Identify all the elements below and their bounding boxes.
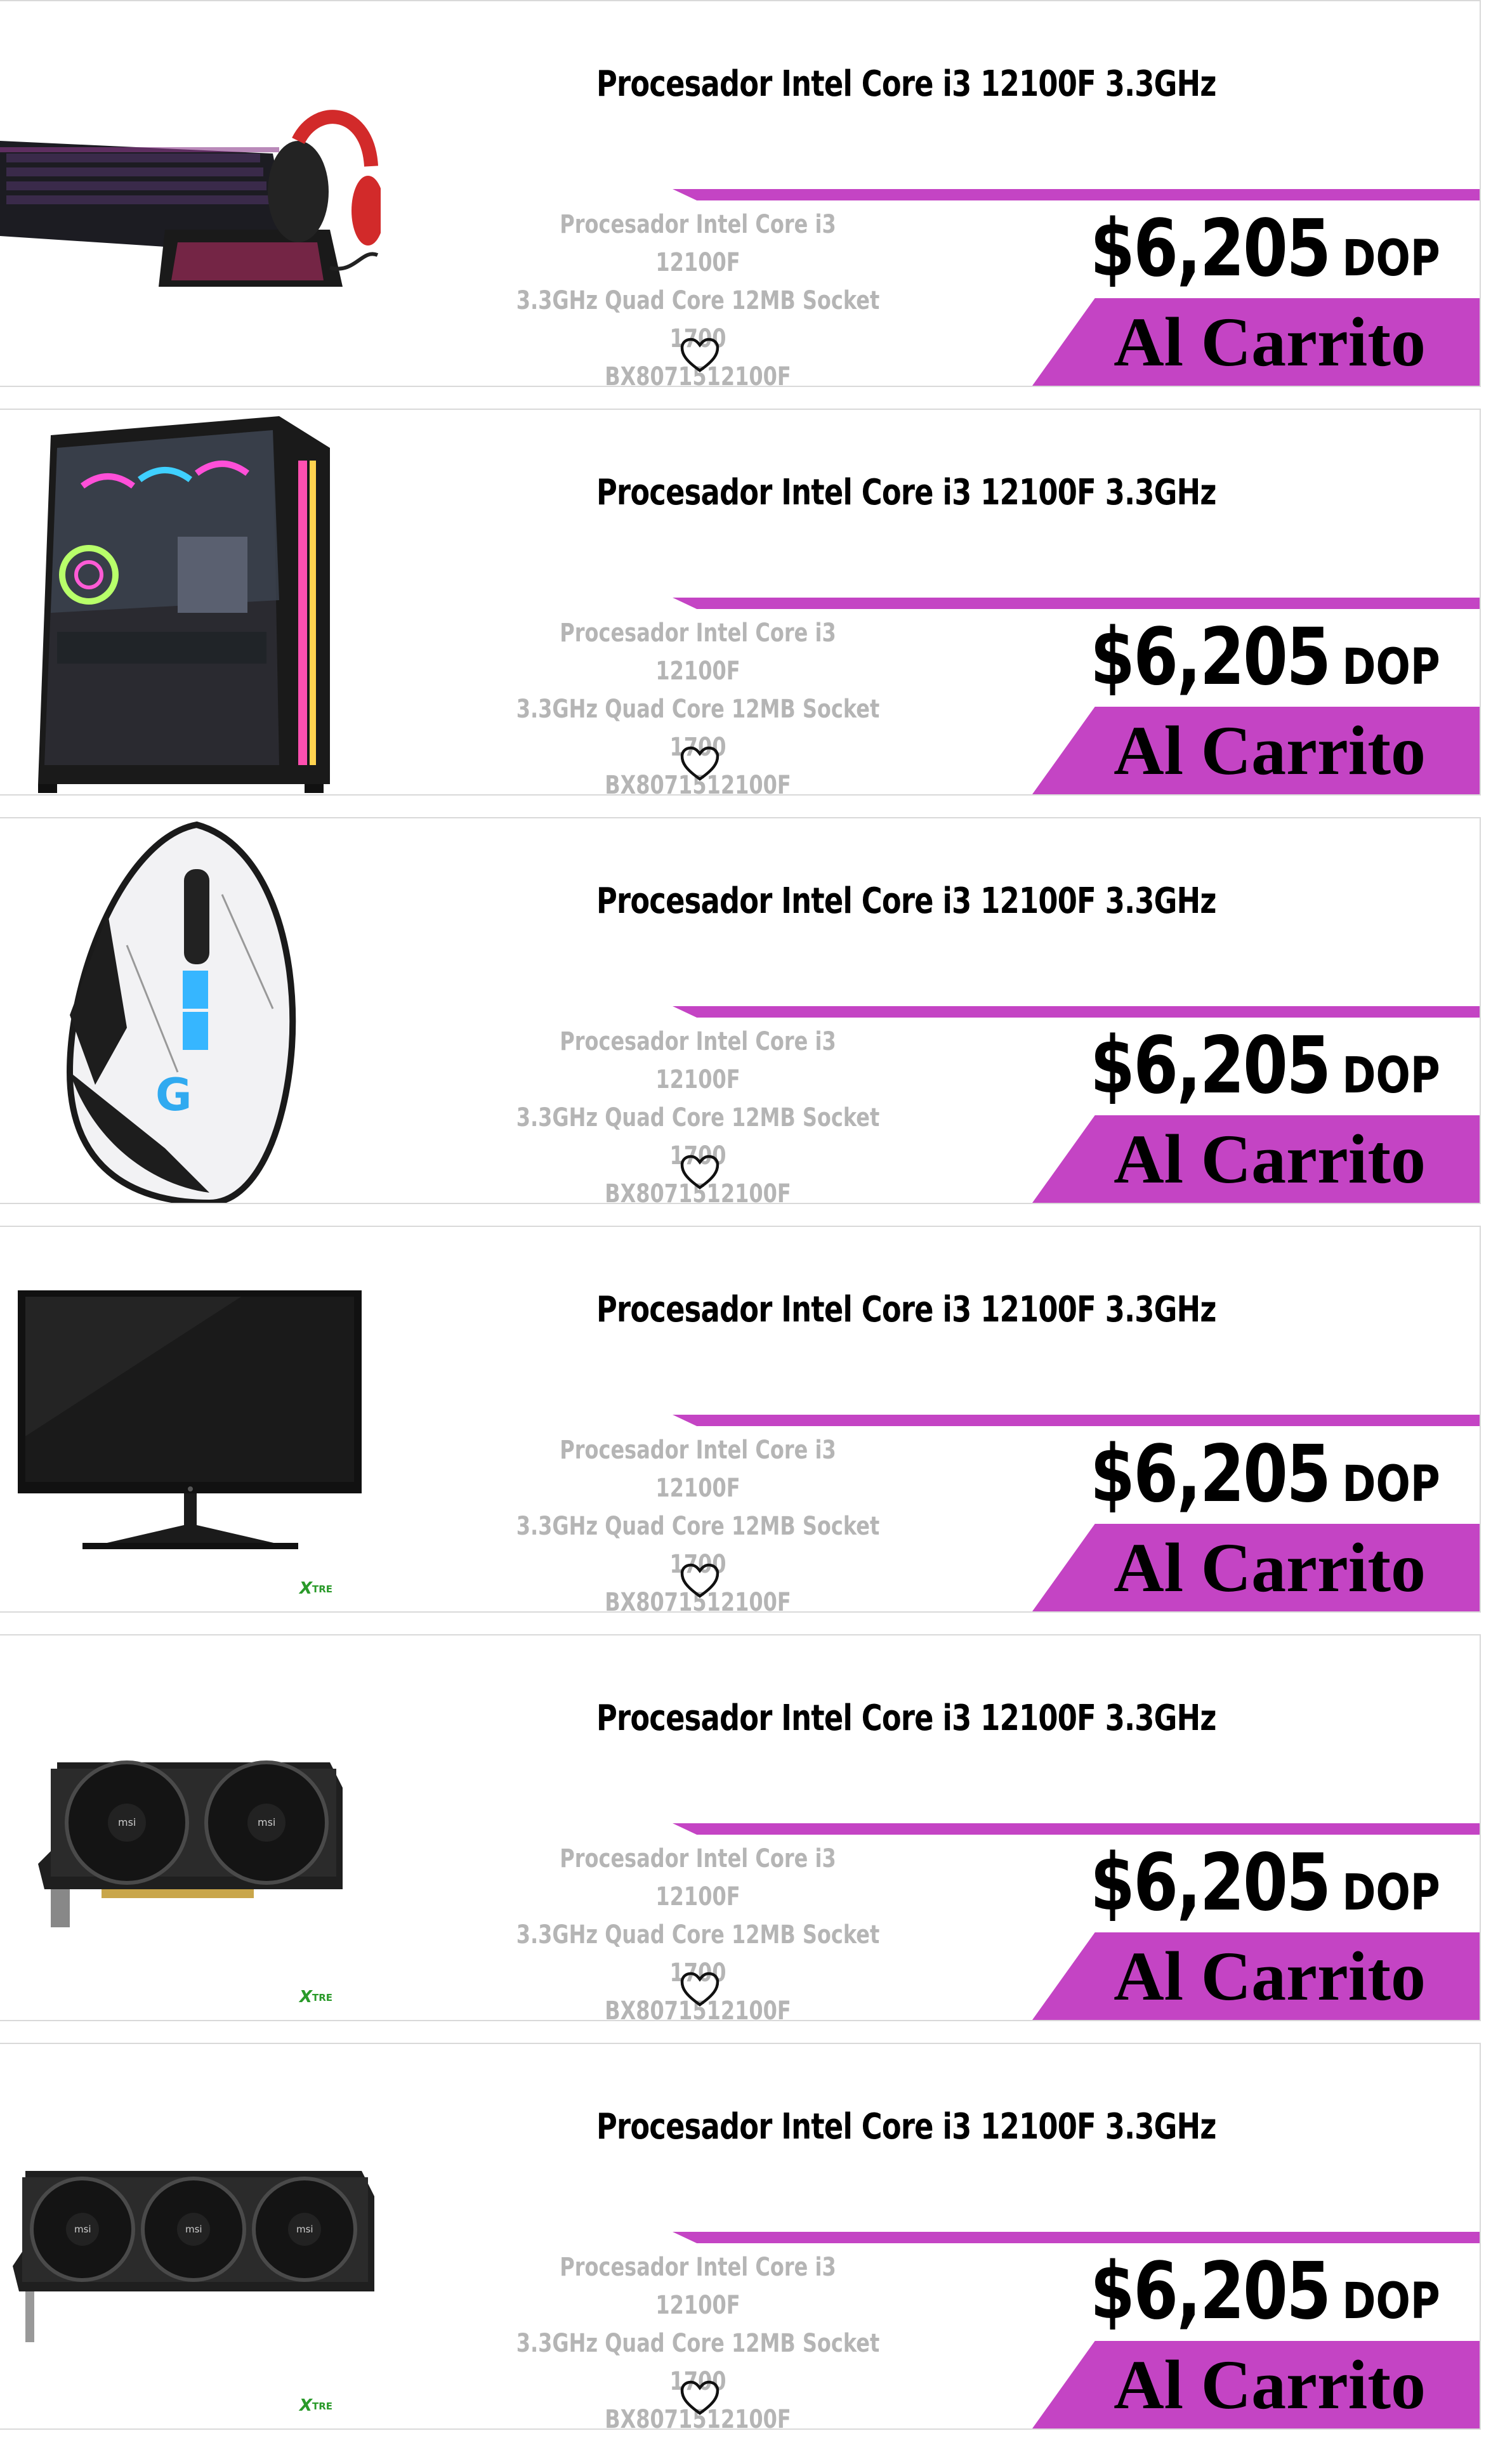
price-currency: DOP [1342,1047,1440,1104]
product-list: Procesador Intel Core i3 12100F 3.3GHz P… [0,0,1498,2464]
svg-text:X: X [298,1988,313,2007]
product-image[interactable]: msi msi msi [0,2044,381,2428]
price-currency: DOP [1342,1864,1440,1922]
svg-text:msi: msi [74,2224,91,2235]
xtre-logo: X TRE [298,1577,355,1599]
product-title[interactable]: Procesador Intel Core i3 12100F 3.3GHz [596,881,1216,922]
accent-divider [673,2232,1480,2243]
product-card: Procesador Intel Core i3 12100F 3.3GHz P… [0,0,1481,387]
accent-divider [673,1823,1480,1835]
product-card: msi msi Procesador Intel Core i3 12100F … [0,1634,1481,2021]
svg-text:msi: msi [296,2224,313,2235]
product-image[interactable]: msi msi [0,1635,381,2020]
heart-icon[interactable] [680,2380,719,2416]
add-to-cart-button[interactable]: Al Carrito [1032,1524,1480,1611]
product-image[interactable] [0,1227,381,1611]
xtre-logo: X TRE [298,1986,355,2007]
heart-icon[interactable] [680,746,719,782]
product-image[interactable] [0,1,381,386]
heart-icon[interactable] [680,1972,719,2007]
description-line: Procesador Intel Core i3 12100F [560,1436,836,1503]
svg-text:G: G [155,1069,192,1121]
add-to-cart-button[interactable]: Al Carrito [1032,2341,1480,2428]
price-currency: DOP [1342,1456,1440,1513]
accent-divider [673,1415,1480,1426]
description-line: Procesador Intel Core i3 12100F [560,210,836,277]
product-image[interactable]: G [0,818,381,1203]
price-amount: $6,205 [1090,2246,1331,2337]
add-to-cart-button[interactable]: Al Carrito [1032,1932,1480,2020]
svg-text:msi: msi [258,1816,275,1828]
svg-text:X: X [298,2396,313,2415]
svg-text:TRE: TRE [312,2401,332,2412]
svg-text:TRE: TRE [312,1992,332,2003]
accent-divider [673,189,1480,200]
add-to-cart-button[interactable]: Al Carrito [1032,1115,1480,1203]
product-card: Procesador Intel Core i3 12100F 3.3GHz P… [0,409,1481,796]
heart-icon[interactable] [680,1563,719,1599]
product-price: $6,205 DOP [1090,612,1440,703]
heart-icon[interactable] [680,1155,719,1190]
add-to-cart-button[interactable]: Al Carrito [1032,707,1480,794]
price-amount: $6,205 [1090,203,1331,294]
svg-text:X: X [298,1579,313,1598]
description-line: Procesador Intel Core i3 12100F [560,1844,836,1911]
product-title[interactable]: Procesador Intel Core i3 12100F 3.3GHz [596,1698,1216,1739]
xtre-logo: X TRE [298,2394,355,2416]
product-price: $6,205 DOP [1090,203,1440,294]
heart-icon[interactable] [680,337,719,373]
add-to-cart-button[interactable]: Al Carrito [1032,298,1480,386]
product-card: G Procesador Intel Core i3 12100F 3.3GHz… [0,817,1481,1204]
description-line: Procesador Intel Core i3 12100F [560,619,836,686]
product-price: $6,205 DOP [1090,1020,1440,1111]
svg-text:msi: msi [185,2224,202,2235]
price-amount: $6,205 [1090,1020,1331,1111]
product-title[interactable]: Procesador Intel Core i3 12100F 3.3GHz [596,2106,1216,2147]
product-title[interactable]: Procesador Intel Core i3 12100F 3.3GHz [596,472,1216,513]
accent-divider [673,598,1480,609]
price-amount: $6,205 [1090,1429,1331,1520]
product-price: $6,205 DOP [1090,2246,1440,2337]
svg-text:TRE: TRE [312,1583,332,1595]
product-price: $6,205 DOP [1090,1837,1440,1929]
price-amount: $6,205 [1090,1837,1331,1929]
product-card: Procesador Intel Core i3 12100F 3.3GHz P… [0,1226,1481,1613]
price-currency: DOP [1342,639,1440,696]
product-price: $6,205 DOP [1090,1429,1440,1520]
price-currency: DOP [1342,2273,1440,2330]
price-amount: $6,205 [1090,612,1331,703]
description-line: Procesador Intel Core i3 12100F [560,1027,836,1094]
product-title[interactable]: Procesador Intel Core i3 12100F 3.3GHz [596,63,1216,105]
price-currency: DOP [1342,230,1440,287]
svg-text:msi: msi [118,1816,136,1828]
product-title[interactable]: Procesador Intel Core i3 12100F 3.3GHz [596,1289,1216,1330]
product-card: msi msi msi Procesador Intel Core i3 121… [0,2043,1481,2430]
description-line: Procesador Intel Core i3 12100F [560,2253,836,2320]
product-image[interactable] [0,410,381,794]
accent-divider [673,1006,1480,1018]
